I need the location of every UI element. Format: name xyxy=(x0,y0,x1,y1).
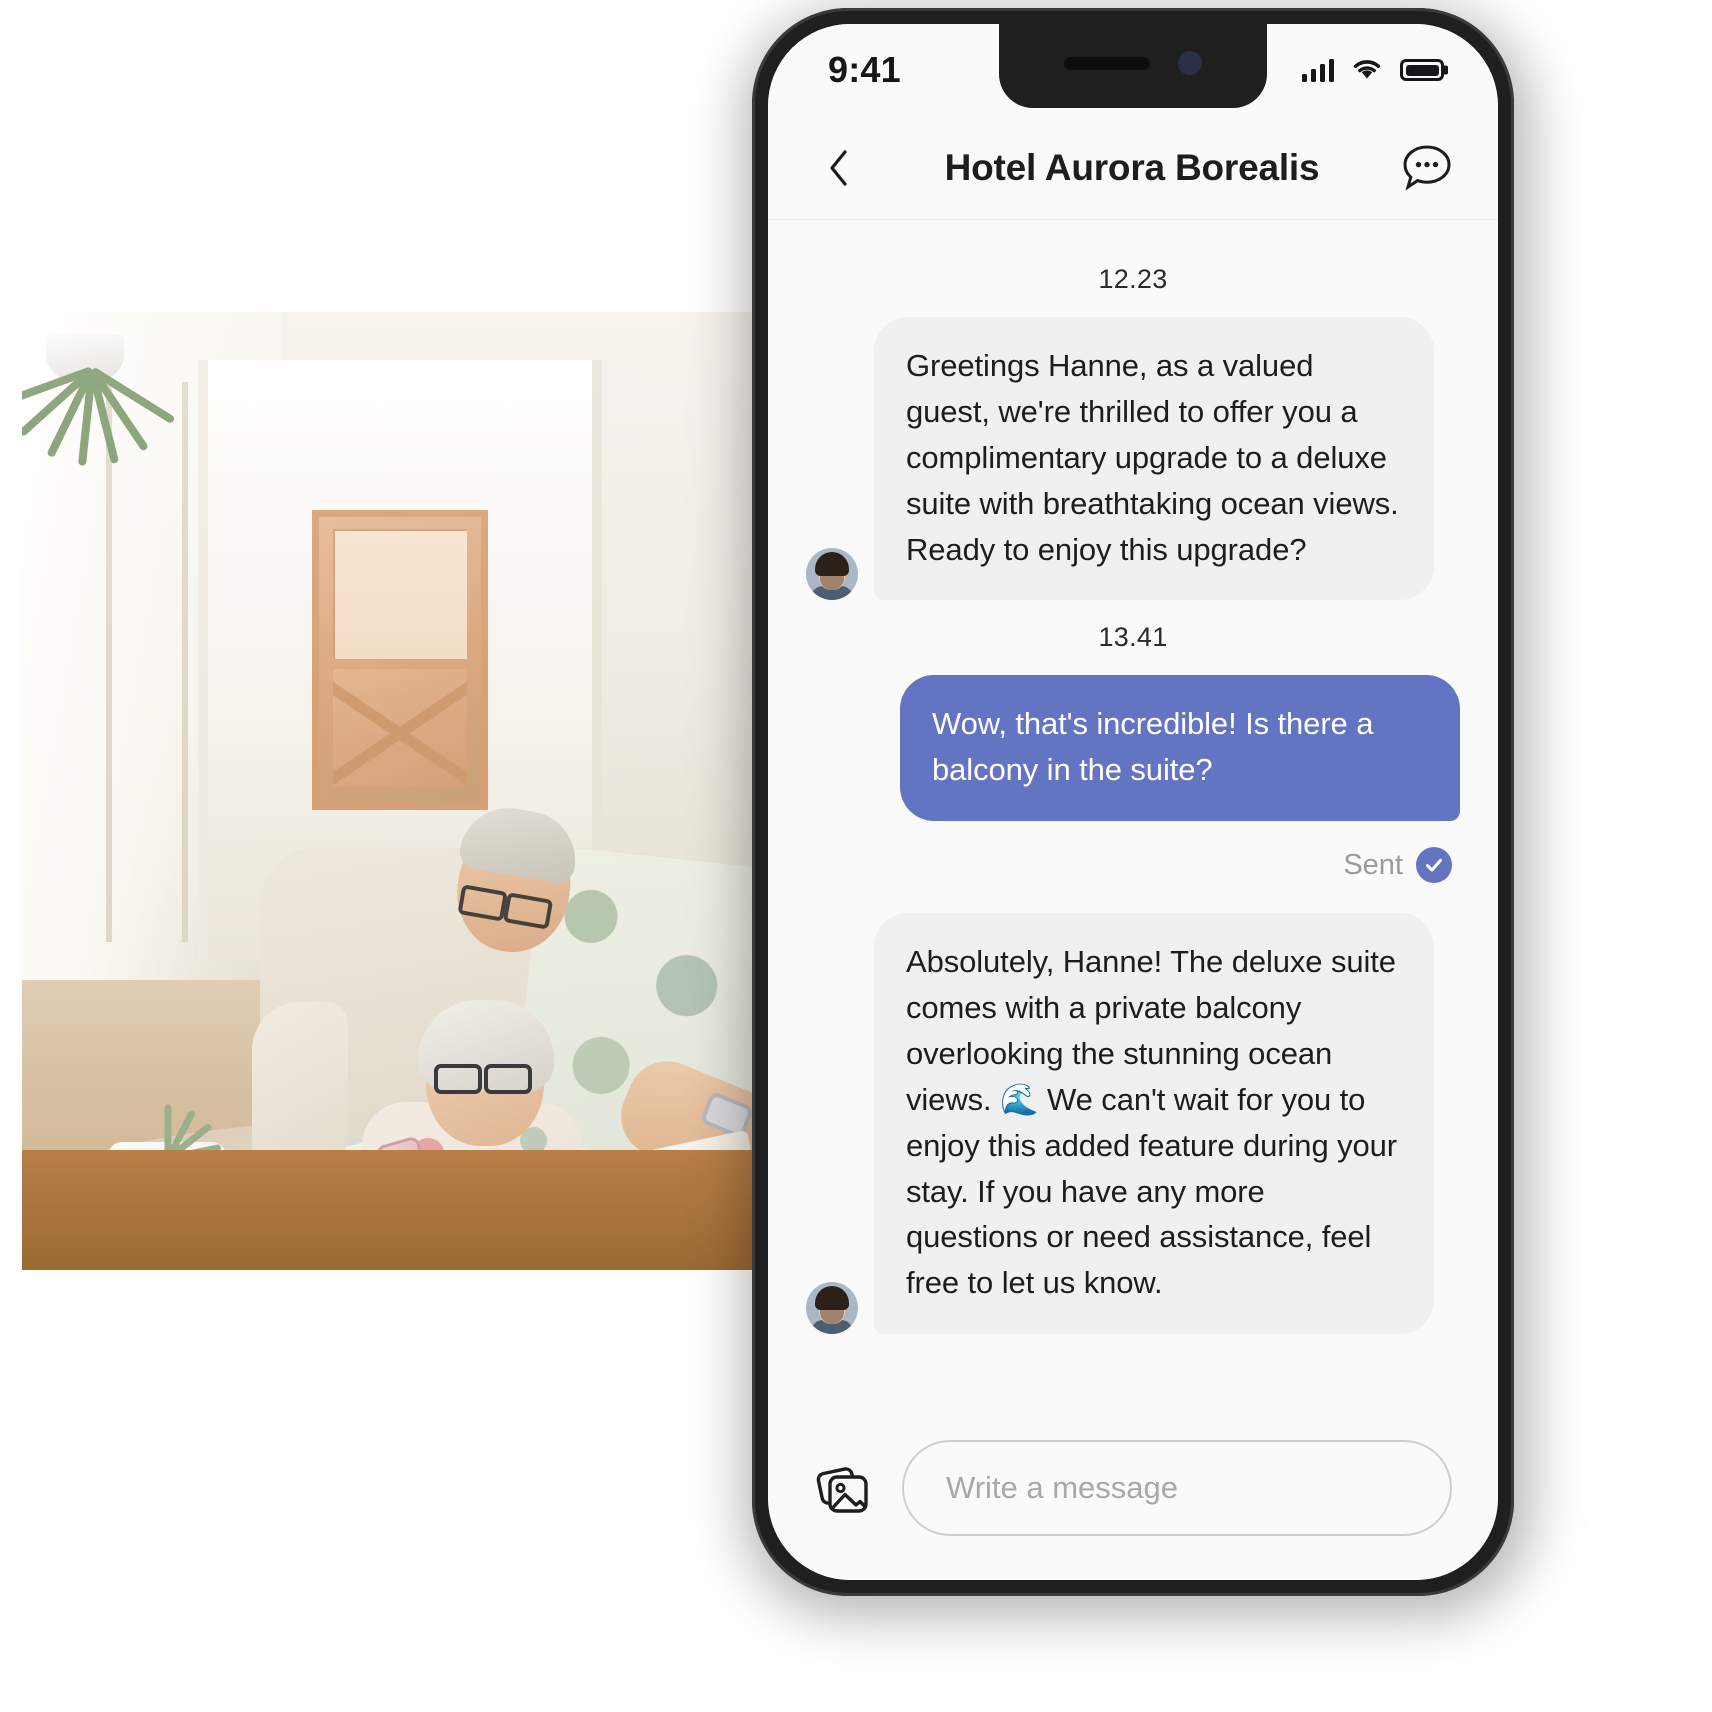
wifi-icon xyxy=(1353,60,1381,79)
avatar xyxy=(806,1282,858,1335)
chat-header: Hotel Aurora Borealis xyxy=(768,116,1498,220)
door-cross-panel xyxy=(333,669,467,787)
message-bubble-incoming: Greetings Hanne, as a valued guest, we'r… xyxy=(874,317,1434,601)
page-title: Hotel Aurora Borealis xyxy=(944,146,1320,188)
timestamp: 13.41 xyxy=(1098,622,1168,653)
door-glass-panes xyxy=(333,529,467,659)
status-icons xyxy=(1301,58,1444,82)
back-button[interactable] xyxy=(812,141,866,195)
message-row-outgoing: Wow, that's incredible! Is there a balco… xyxy=(806,675,1460,822)
battery-full-icon xyxy=(1400,59,1444,81)
phone-mockup: 9:41 Hotel Aurora Borealis 12.23 Greetin… xyxy=(752,8,1514,1596)
hanging-plant-leaves xyxy=(22,366,176,530)
screenshot-root: 9:41 Hotel Aurora Borealis 12.23 Greetin… xyxy=(0,0,1712,1712)
coffee-table xyxy=(22,1150,762,1270)
wooden-door xyxy=(312,510,488,810)
cellular-signal-icon xyxy=(1301,58,1334,82)
sent-label: Sent xyxy=(1343,848,1403,881)
check-icon xyxy=(1426,859,1442,872)
message-list[interactable]: 12.23 Greetings Hanne, as a valued guest… xyxy=(768,220,1498,1430)
message-bubble-outgoing: Wow, that's incredible! Is there a balco… xyxy=(900,675,1460,822)
lifestyle-photo xyxy=(22,312,762,1270)
timestamp: 12.23 xyxy=(1098,264,1168,294)
gallery-button[interactable] xyxy=(812,1457,874,1519)
photo-scene xyxy=(22,312,762,1270)
phone-notch xyxy=(999,24,1267,108)
earpiece-speaker-icon xyxy=(1064,56,1150,70)
message-row-incoming: Absolutely, Hanne! The deluxe suite come… xyxy=(806,913,1460,1335)
chevron-left-icon xyxy=(830,149,847,186)
status-time: 9:41 xyxy=(828,49,901,90)
avatar xyxy=(806,548,858,601)
front-camera-icon xyxy=(1178,51,1202,75)
status-badge: Sent xyxy=(806,847,1452,884)
woman-eyeglasses xyxy=(434,1064,532,1094)
check-circle-icon xyxy=(1416,847,1452,884)
chat-options-button[interactable] xyxy=(1398,139,1456,197)
chat-options-icon xyxy=(1403,144,1451,191)
phone-screen: 9:41 Hotel Aurora Borealis 12.23 Greetin… xyxy=(768,24,1498,1580)
message-row-incoming: Greetings Hanne, as a valued guest, we'r… xyxy=(806,317,1460,601)
image-gallery-icon xyxy=(816,1467,868,1513)
message-bubble-incoming: Absolutely, Hanne! The deluxe suite come… xyxy=(874,913,1434,1335)
message-input[interactable] xyxy=(902,1440,1452,1536)
message-composer xyxy=(768,1430,1498,1580)
window-mullion xyxy=(182,382,188,942)
